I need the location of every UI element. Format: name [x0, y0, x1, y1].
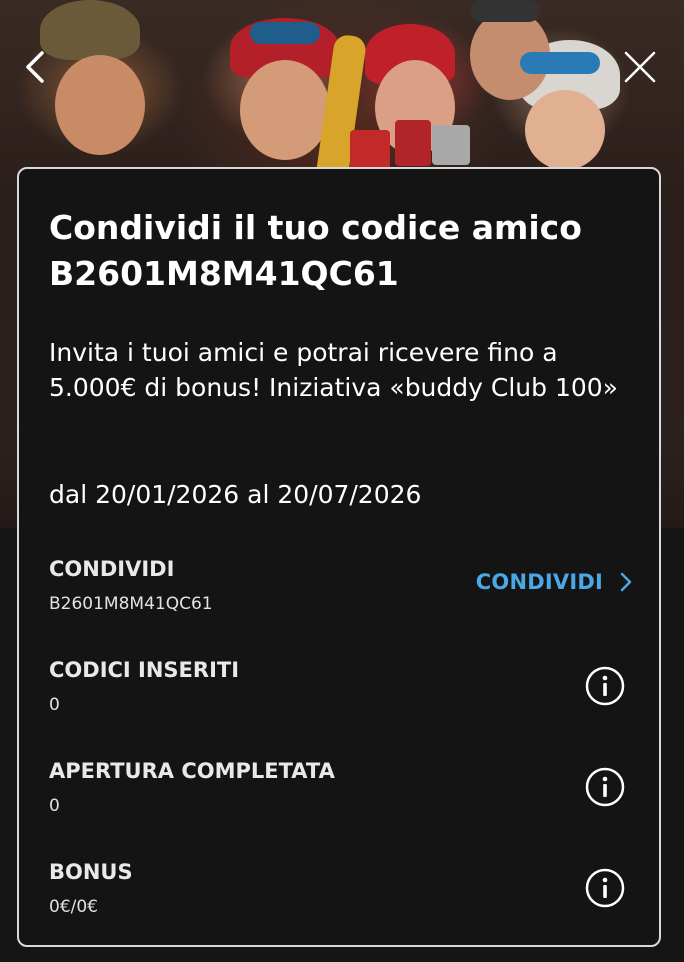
photo-person: [55, 55, 145, 155]
opening-row-label: APERTURA COMPLETATA: [49, 759, 335, 783]
info-icon: [585, 767, 625, 807]
referral-card: Condividi il tuo codice amico B2601M8M41…: [17, 167, 661, 947]
opening-row: APERTURA COMPLETATA 0: [49, 757, 633, 827]
chevron-left-icon: [26, 51, 44, 83]
promo-period: dal 20/01/2026 al 20/07/2026: [49, 480, 422, 509]
info-icon: [585, 868, 625, 908]
share-link-label: CONDIVIDI: [475, 570, 603, 594]
photo-cup: [350, 130, 390, 170]
info-icon: [585, 666, 625, 706]
share-row-label: CONDIVIDI: [49, 557, 175, 581]
codes-row-label: CODICI INSERITI: [49, 658, 240, 682]
photo-goggles: [250, 22, 320, 44]
share-row: CONDIVIDI B2601M8M41QC61 CONDIVIDI: [49, 555, 633, 625]
referral-screen: Condividi il tuo codice amico B2601M8M41…: [0, 0, 684, 962]
photo-cup: [395, 120, 431, 166]
chevron-right-icon: [620, 572, 632, 592]
bonus-row: BONUS 0€/0€: [49, 858, 633, 928]
codes-row-value: 0: [49, 695, 60, 715]
codes-row: CODICI INSERITI 0: [49, 656, 633, 726]
share-link[interactable]: CONDIVIDI: [476, 567, 633, 597]
close-icon: [624, 51, 656, 83]
back-button[interactable]: [14, 45, 58, 89]
bonus-info-button[interactable]: [585, 868, 625, 908]
codes-info-button[interactable]: [585, 666, 625, 706]
bonus-row-label: BONUS: [49, 860, 133, 884]
photo-goggles: [520, 52, 600, 74]
close-button[interactable]: [618, 45, 662, 89]
photo-person: [525, 90, 605, 170]
photo-goggles: [470, 0, 540, 22]
referral-code-value: B2601M8M41QC61: [49, 594, 213, 614]
photo-mug: [432, 125, 470, 165]
card-title: Condividi il tuo codice amico B2601M8M41…: [49, 208, 582, 293]
photo-person: [240, 60, 330, 160]
opening-row-value: 0: [49, 796, 60, 816]
card-description: Invita i tuoi amici e potrai ricevere fi…: [49, 338, 618, 402]
opening-info-button[interactable]: [585, 767, 625, 807]
bonus-row-value: 0€/0€: [49, 897, 98, 917]
